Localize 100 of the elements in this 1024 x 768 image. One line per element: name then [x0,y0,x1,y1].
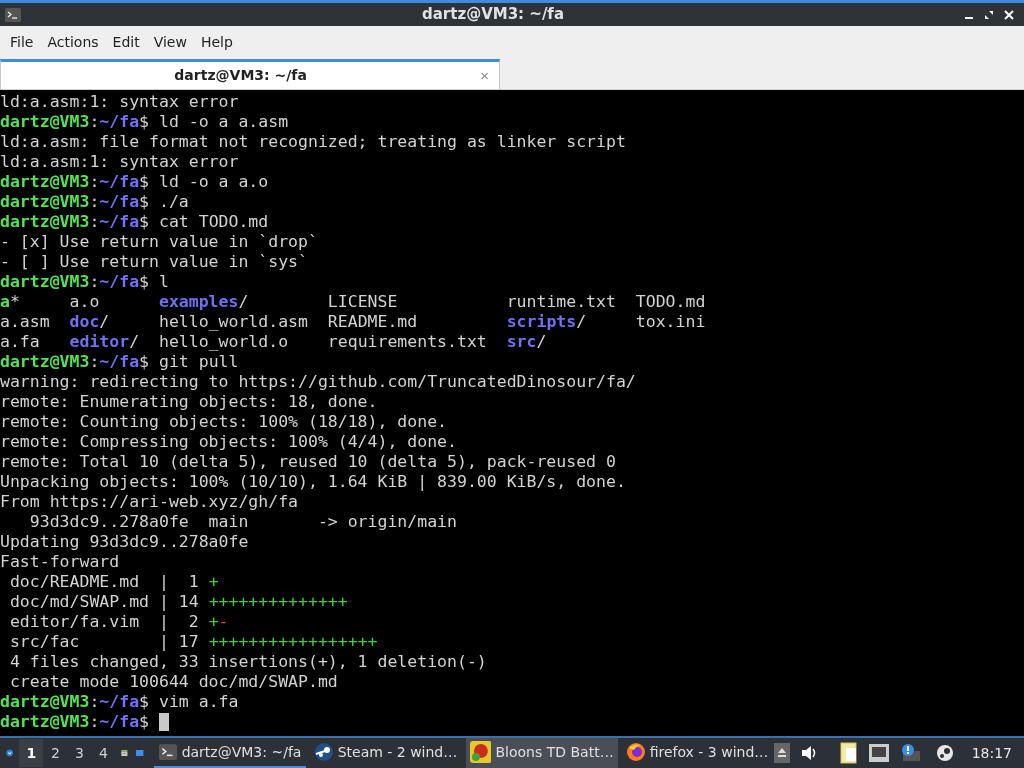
prompt-path: ~/fa [99,212,140,232]
terminal-text: / hello_world.o requirements.txt [129,332,488,352]
steam-tray-icon[interactable] [935,744,954,762]
tab-label: dartz@VM3: ~/fa [174,66,307,85]
terminal-text: $ ld -o a a.asm [139,112,289,132]
terminal-text: editor/fa.vim | 2 [8,612,200,632]
terminal-text: Unpacking objects: 100% (10/10), 1.64 KiB | 839.00 KiB/s, done. [0,472,626,492]
menu-item[interactable]: Edit [106,31,146,53]
terminal-text: $ vim a.fa [139,692,239,712]
workspace-button[interactable]: 1 [19,739,44,767]
menu-item[interactable]: File [4,31,40,53]
workspace-button[interactable]: 2 [43,739,68,767]
insertions-marks: + [208,572,219,592]
prompt-user: dartz@VM3 [0,272,90,292]
eject-icon[interactable] [773,743,790,763]
prompt-user: dartz@VM3 [0,212,90,232]
insertions-marks: + [208,612,219,632]
directory-name: src [506,332,537,352]
terminal-text: a.fa [0,332,41,352]
notification-icon[interactable] [899,743,920,763]
prompt-user: dartz@VM3 [0,172,90,192]
menu-item[interactable]: Help [194,31,239,53]
menu-item[interactable]: View [147,31,193,53]
terminal-text: doc/README.md | 1 [8,572,200,592]
terminal-text: ld:a.asm:1: syntax error [0,92,239,112]
terminal-text: src/fac | 17 [8,632,200,652]
terminal-text: : [89,692,100,712]
maximize-icon[interactable] [984,9,994,20]
workspace-button[interactable]: 4 [91,739,116,767]
terminal-text: $ git pull [139,352,239,372]
terminal-text: - [ ] Use return value in `sys` [0,252,308,272]
prompt-user: dartz@VM3 [0,352,90,372]
notes-icon[interactable] [839,742,858,764]
terminal-text: remote: Counting objects: 100% (18/18), done. [0,412,448,432]
terminal-text: remote: Compressing objects: 100% (4/4), done. [0,432,457,452]
game-icon [469,741,492,763]
terminal-icon [4,6,22,23]
executable-name: a [0,292,10,312]
terminal-text: / hello_world.asm README.md [99,312,419,332]
prompt-path: ~/fa [99,172,140,192]
tab-close-button[interactable]: × [480,68,489,83]
terminal-text: $ [139,712,150,732]
prompt-path: ~/fa [99,712,140,732]
prompt-path: ~/fa [99,112,140,132]
terminal-text: remote: Total 10 (delta 5), reused 10 (delta 5), pack-reused 0 [0,452,616,472]
terminal-text: * a.o [9,292,101,312]
prompt-path: ~/fa [99,352,140,372]
taskbar-button[interactable]: Bloons TD Batt… [465,738,618,768]
terminal-text: warning: redirecting to https://github.com/TruncatedDinosour/fa/ [0,372,636,392]
directory-name: editor [69,332,130,352]
terminal-text: 93d3dc9..278a0fe main -> origin/main [28,512,457,532]
terminal-text: Updating 93d3dc9..278a0fe [0,532,249,552]
insertions-marks: ++++++++++++++ [208,592,348,612]
menu-item[interactable]: Actions [41,31,105,53]
terminal-text: / LICENSE runtime.txt TODO.md [238,292,706,312]
network-icon[interactable] [867,743,890,763]
firefox-icon [625,742,646,762]
terminal-text: ld:a.asm:1: syntax error [0,152,239,172]
prompt-user: dartz@VM3 [0,112,90,132]
terminal-text: : [89,212,100,232]
terminal-text: : [89,272,100,292]
window-title: dartz@VM3: ~/fa [421,4,564,26]
workspace-button[interactable]: 3 [67,739,92,767]
terminal-text: From https://ari-web.xyz/gh/fa [0,492,298,512]
terminal-text: / [536,332,547,352]
directory-name: examples [158,292,239,312]
prompt-user: dartz@VM3 [0,692,90,712]
directory-name: scripts [506,312,577,332]
terminal-text: ld:a.asm: file format not recognized; treating as linker script [0,132,626,152]
deletions-marks: - [218,612,229,632]
taskbar-button[interactable]: firefox - 3 wind… [621,738,774,768]
prompt-user: dartz@VM3 [0,712,90,732]
taskbar-button[interactable]: Steam - 2 wind… [309,738,462,768]
close-icon[interactable] [1004,9,1014,20]
terminal-text: Fast-forward [0,552,120,572]
terminal-icon [157,743,178,761]
terminal-text: $ l [139,272,169,292]
terminal-text: : [89,712,100,732]
directory-name: doc [69,312,100,332]
terminal-text: $ cat TODO.md [139,212,269,232]
terminal-text: doc/md/SWAP.md | 14 [8,592,200,612]
terminal-text: : [89,352,100,372]
tab[interactable]: dartz@VM3: ~/fa × [0,59,500,89]
prompt-path: ~/fa [99,272,140,292]
prompt-path: ~/fa [99,192,140,212]
prompt-path: ~/fa [99,692,140,712]
terminal-text: : [89,172,100,192]
terminal-text: - [x] Use return value in `drop` [0,232,318,252]
insertions-marks: +++++++++++++++++ [208,632,378,652]
volume-icon[interactable] [799,744,818,762]
terminal-text: : [89,192,100,212]
terminal-text: / tox.ini [576,312,706,332]
terminal-text: 4 files changed, 33 insertions(+), 1 deletion(-) [8,652,487,672]
terminal-text: $ ./a [139,192,189,212]
terminal-text: remote: Enumerating objects: 18, done. [0,392,378,412]
prompt-user: dartz@VM3 [0,192,90,212]
taskbar-button[interactable]: dartz@VM3: ~/fa [153,738,306,768]
terminal-text: : [89,112,100,132]
clock[interactable]: 18:17 [971,742,1012,764]
terminal-text: $ ld -o a a.o [139,172,269,192]
